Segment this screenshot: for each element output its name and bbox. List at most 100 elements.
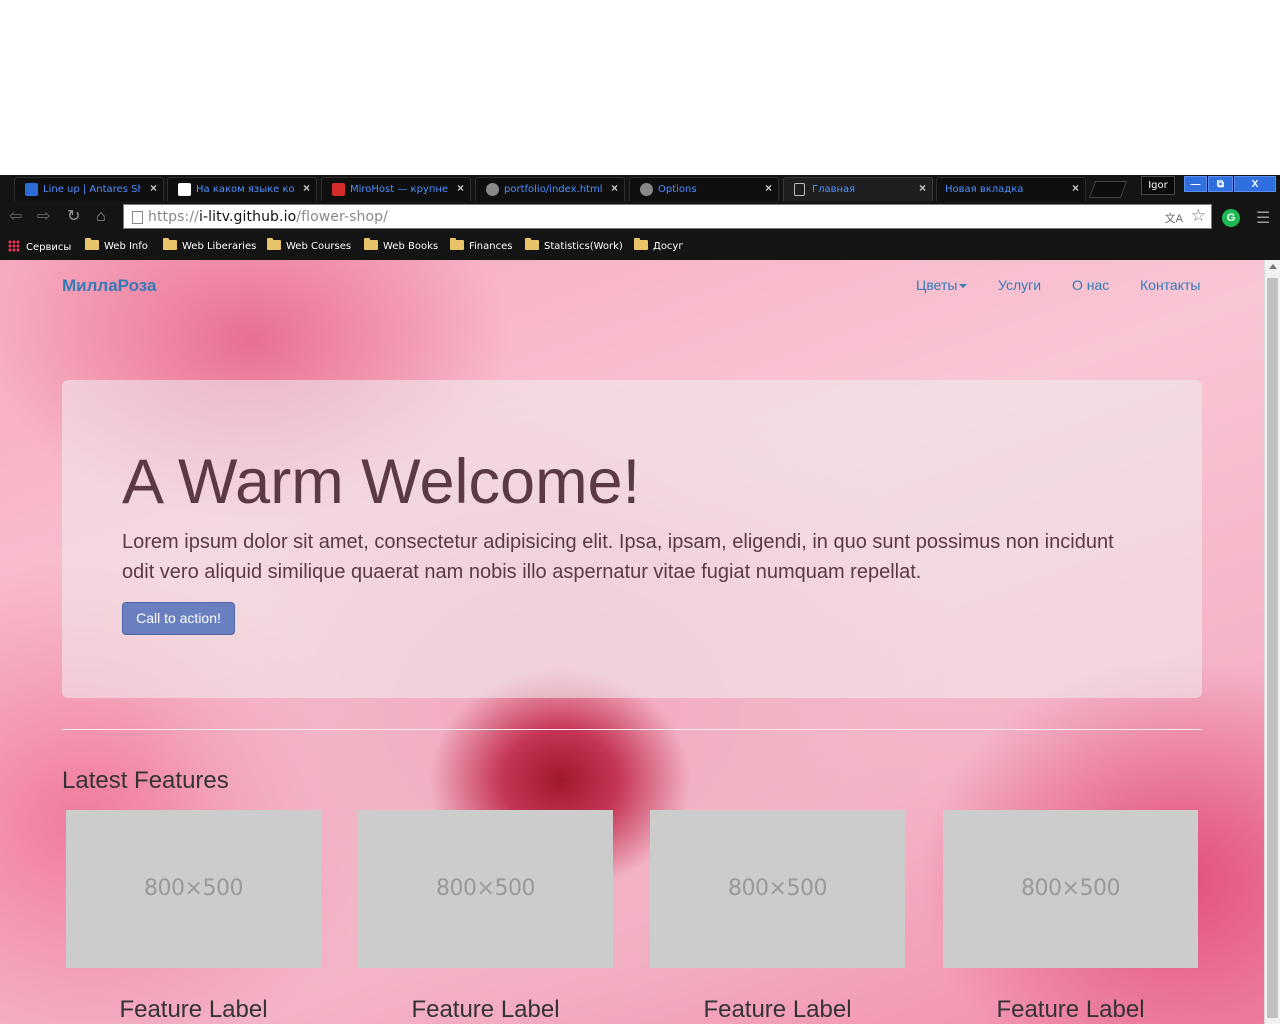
profile-button[interactable]: Igor <box>1141 176 1175 195</box>
folder-icon <box>525 238 539 250</box>
tab-favicon <box>178 183 191 196</box>
nav-item-about[interactable]: О нас <box>1072 277 1109 293</box>
tab-title: Options <box>658 184 697 195</box>
bookmark-label: Web Books <box>383 241 439 252</box>
page-icon <box>132 211 143 224</box>
feature-card: 800×500 Feature Label <box>66 810 321 1023</box>
new-tab-button[interactable] <box>1088 181 1128 198</box>
address-bar[interactable]: https://i-litv.github.io/flower-shop/ 文A… <box>123 204 1212 229</box>
close-icon[interactable]: × <box>303 181 310 195</box>
call-to-action-button[interactable]: Call to action! <box>122 602 235 635</box>
url-scheme: https:// <box>148 209 199 225</box>
github-icon <box>640 183 653 196</box>
bookmark-dosug[interactable]: Досуг <box>634 238 684 252</box>
tab-title: На каком языке ко <box>196 184 294 195</box>
minimize-button[interactable]: — <box>1184 176 1207 192</box>
feature-label: Feature Label <box>411 996 560 1023</box>
bookmark-label: Statistics(Work) <box>544 241 623 252</box>
bookmarks-bar: Сервисы Web Info Web Liberaries Web Cour… <box>0 234 1280 260</box>
browser-chrome: Line up | Antares Sh × На каком языке ко… <box>0 175 1280 260</box>
tab-title: MiroHost — крупней <box>350 184 448 195</box>
tab-options[interactable]: Options × <box>629 177 779 201</box>
bookmark-label: Finances <box>469 241 513 252</box>
scrollbar-thumb[interactable] <box>1267 278 1278 1018</box>
tab-new[interactable]: Новая вкладка × <box>936 177 1086 201</box>
bookmark-finances[interactable]: Finances <box>450 238 513 252</box>
close-icon[interactable]: × <box>919 181 926 195</box>
hero-jumbotron: A Warm Welcome! Lorem ipsum dolor sit am… <box>62 380 1202 698</box>
close-icon[interactable]: × <box>765 181 772 195</box>
nav-item-label: Цветы <box>916 277 958 293</box>
feature-card: 800×500 Feature Label <box>943 810 1198 1023</box>
bookmark-web-liberaries[interactable]: Web Liberaries <box>163 238 257 252</box>
folder-icon <box>267 238 281 250</box>
tab-title: Новая вкладка <box>945 184 1024 195</box>
grammarly-icon[interactable]: G <box>1222 209 1240 227</box>
close-window-button[interactable]: X <box>1234 176 1276 192</box>
translate-icon[interactable]: 文A <box>1165 210 1183 226</box>
bookmark-label: Web Liberaries <box>182 241 257 252</box>
feature-label: Feature Label <box>119 996 268 1023</box>
hero-text: Lorem ipsum dolor sit amet, consectetur … <box>122 531 1114 583</box>
close-icon[interactable]: × <box>1072 181 1079 195</box>
back-icon[interactable]: ⇦ <box>9 209 22 225</box>
feature-card: 800×500 Feature Label <box>358 810 613 1023</box>
nav-item-flowers[interactable]: Цветы <box>916 277 968 293</box>
bookmark-services[interactable]: Сервисы <box>8 240 71 253</box>
page-icon <box>794 183 805 196</box>
tab-favicon <box>25 183 38 196</box>
feature-card: 800×500 Feature Label <box>650 810 905 1023</box>
bookmark-web-books[interactable]: Web Books <box>364 238 439 252</box>
tab-ain[interactable]: На каком языке ко × <box>167 177 317 201</box>
section-divider <box>62 729 1202 730</box>
tab-line-up[interactable]: Line up | Antares Sh × <box>14 177 164 201</box>
tab-glavnaya[interactable]: Главная × <box>783 177 933 201</box>
feature-image-placeholder[interactable]: 800×500 <box>66 810 321 968</box>
tab-portfolio[interactable]: portfolio/index.html × <box>475 177 625 201</box>
home-icon[interactable]: ⌂ <box>96 209 106 225</box>
github-icon <box>486 183 499 196</box>
close-icon[interactable]: × <box>457 181 464 195</box>
hero-title: A Warm Welcome! <box>122 447 641 517</box>
bookmark-label: Web Info <box>104 241 148 252</box>
menu-icon[interactable]: ☰ <box>1256 208 1270 228</box>
bookmark-star-icon[interactable]: ☆ <box>1191 206 1206 226</box>
url-path: /flower-shop/ <box>296 209 388 225</box>
url-host: i-litv.github.io <box>198 209 297 225</box>
bookmark-web-info[interactable]: Web Info <box>85 238 148 252</box>
feature-image-placeholder[interactable]: 800×500 <box>358 810 613 968</box>
nav-item-contacts[interactable]: Контакты <box>1140 277 1200 293</box>
reload-icon[interactable]: ↻ <box>67 209 80 225</box>
tab-favicon <box>332 183 345 196</box>
folder-icon <box>634 238 648 250</box>
bookmark-label: Web Courses <box>286 241 352 252</box>
features-heading: Latest Features <box>62 767 229 794</box>
bookmark-label: Досуг <box>653 241 684 252</box>
apps-icon <box>8 240 20 252</box>
tab-mirohost[interactable]: MiroHost — крупней × <box>321 177 471 201</box>
tab-title: portfolio/index.html <box>504 184 602 195</box>
feature-image-placeholder[interactable]: 800×500 <box>943 810 1198 968</box>
feature-label: Feature Label <box>703 996 852 1023</box>
nav-item-services[interactable]: Услуги <box>998 277 1041 293</box>
folder-icon <box>364 238 378 250</box>
bookmark-web-courses[interactable]: Web Courses <box>267 238 352 252</box>
bookmark-label: Сервисы <box>26 242 72 253</box>
folder-icon <box>450 238 464 250</box>
scroll-up-icon[interactable] <box>1269 264 1277 269</box>
close-icon[interactable]: × <box>150 181 157 195</box>
page-viewport: МиллаРоза Цветы Услуги О нас Контакты A … <box>0 260 1264 1024</box>
feature-image-placeholder[interactable]: 800×500 <box>650 810 905 968</box>
vertical-scrollbar[interactable] <box>1264 260 1280 1024</box>
restore-button[interactable]: ⧉ <box>1208 176 1233 192</box>
close-icon[interactable]: × <box>611 181 618 195</box>
folder-icon <box>163 238 177 250</box>
bookmark-statistics[interactable]: Statistics(Work) <box>525 238 623 252</box>
forward-icon[interactable]: ⇨ <box>37 209 50 225</box>
folder-icon <box>85 238 99 250</box>
tab-strip: Line up | Antares Sh × На каком языке ко… <box>0 175 1280 201</box>
tab-title: Главная <box>812 184 856 195</box>
url-text[interactable]: https://i-litv.github.io/flower-shop/ <box>148 209 388 225</box>
feature-label: Feature Label <box>996 996 1145 1023</box>
site-brand[interactable]: МиллаРоза <box>62 276 156 296</box>
